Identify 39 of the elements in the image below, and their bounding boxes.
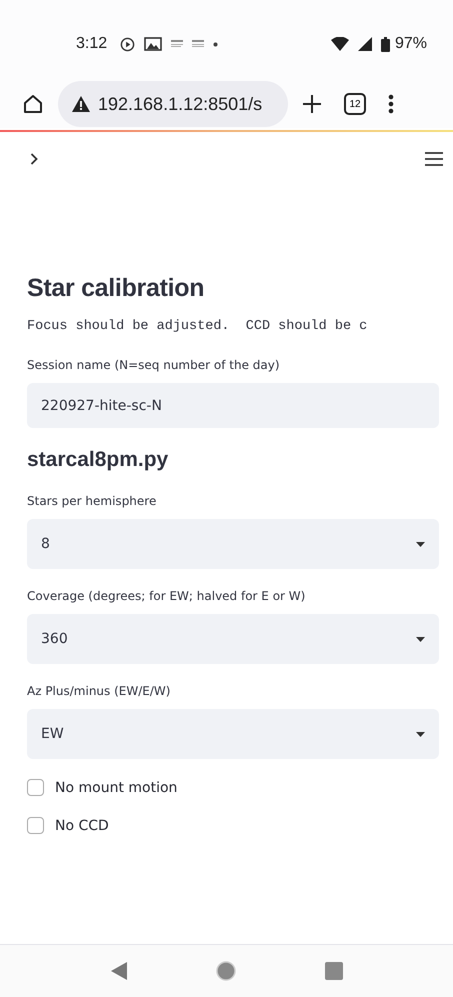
more-icon[interactable] bbox=[388, 94, 394, 114]
caret-icon bbox=[416, 636, 425, 642]
play-icon bbox=[120, 36, 136, 52]
notification-icon bbox=[192, 40, 204, 48]
caret-icon bbox=[416, 542, 425, 546]
battery-icon bbox=[380, 36, 390, 52]
signal-icon bbox=[358, 37, 372, 51]
field-label: Stars per hemisphere bbox=[27, 494, 158, 508]
chevron-right-icon[interactable] bbox=[30, 153, 38, 165]
input-field[interactable]: 220927-hite-sc-N bbox=[27, 383, 439, 428]
dot-icon bbox=[213, 42, 218, 46]
checkbox[interactable] bbox=[27, 779, 44, 796]
select-field[interactable]: 8 bbox=[27, 519, 439, 569]
checkbox-label: No CCD bbox=[55, 818, 109, 834]
back-icon[interactable] bbox=[110, 962, 126, 980]
tab-count-button[interactable]: 12 bbox=[344, 93, 366, 115]
field-label: Coverage (degrees; for EW; halved for E or W) bbox=[27, 589, 306, 603]
image-icon bbox=[144, 37, 162, 51]
notification-icon bbox=[171, 40, 184, 48]
checkbox[interactable] bbox=[27, 817, 44, 834]
field-label: Session name (N=seq number of the day) bbox=[27, 358, 281, 372]
select-field[interactable]: 360 bbox=[27, 614, 439, 664]
menu-icon[interactable] bbox=[425, 152, 443, 166]
wifi-icon bbox=[330, 37, 349, 51]
home-icon[interactable] bbox=[22, 93, 44, 115]
url-text: 192.168.1.12:8501/s bbox=[98, 94, 262, 114]
page-title: Star calibration bbox=[27, 274, 206, 303]
caret-icon bbox=[416, 732, 425, 736]
select-field[interactable]: EW bbox=[27, 709, 439, 759]
checkbox-label: No mount motion bbox=[55, 780, 178, 796]
address-bar[interactable]: 192.168.1.12:8501/s bbox=[58, 81, 288, 127]
section-heading: starcal8pm.py bbox=[27, 448, 170, 472]
battery-level: 97% bbox=[394, 35, 427, 53]
code-text: Focus should be adjusted. CCD should be c bbox=[27, 319, 368, 334]
square-icon[interactable] bbox=[324, 962, 342, 980]
warning-icon bbox=[72, 96, 90, 112]
plus-icon[interactable] bbox=[302, 94, 322, 114]
status-time: 3:12 bbox=[76, 35, 108, 53]
field-label: Az Plus/minus (EW/E/W) bbox=[27, 684, 172, 698]
